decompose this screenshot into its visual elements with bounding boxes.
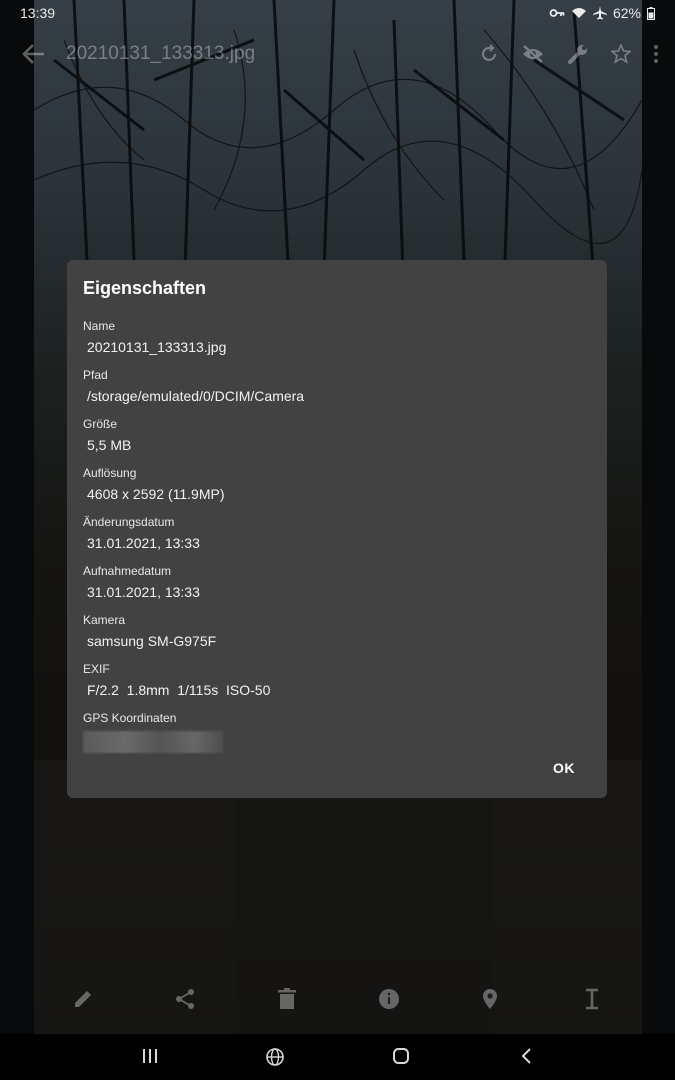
status-icons: 62% <box>549 5 655 21</box>
property-label: Kamera <box>83 613 126 627</box>
trash-icon[interactable] <box>277 988 297 1010</box>
property-value: 4608 x 2592 (11.9MP) <box>87 486 225 502</box>
more-icon[interactable] <box>653 44 659 64</box>
vpn-key-icon <box>549 9 565 17</box>
property-value: 31.01.2021, 13:33 <box>87 584 200 600</box>
property-label: Größe <box>83 417 118 431</box>
top-actions <box>479 30 659 78</box>
bottom-action-bar <box>0 980 675 1022</box>
property-resolution: Auflösung 4608 x 2592 (11.9MP) <box>83 466 591 502</box>
airplane-icon <box>592 6 607 20</box>
property-gps: GPS Koordinaten <box>83 711 591 753</box>
status-time: 13:39 <box>20 5 56 21</box>
text-cursor-icon[interactable] <box>584 988 600 1010</box>
edit-tools-icon[interactable] <box>567 43 589 65</box>
star-icon[interactable] <box>611 44 631 64</box>
property-modified-date: Änderungsdatum 31.01.2021, 13:33 <box>83 515 591 551</box>
property-value: 5,5 MB <box>87 437 132 453</box>
file-title: 20210131_133313.jpg <box>66 43 256 64</box>
property-value: 20210131_133313.jpg <box>87 339 227 355</box>
property-label: GPS Koordinaten <box>83 711 177 725</box>
home-icon[interactable] <box>392 1047 410 1065</box>
property-taken-date: Aufnahmedatum 31.01.2021, 13:33 <box>83 564 591 600</box>
gps-coordinates-redacted <box>83 731 223 753</box>
property-name: Name 20210131_133313.jpg <box>83 319 591 355</box>
back-arrow-icon[interactable] <box>22 43 46 65</box>
browser-icon[interactable] <box>265 1047 285 1067</box>
property-size: Größe 5,5 MB <box>83 417 591 453</box>
property-camera: Kamera samsung SM-G975F <box>83 613 591 649</box>
info-icon[interactable] <box>378 988 400 1010</box>
property-value: F/2.2 1.8mm 1/115s ISO-50 <box>87 682 271 698</box>
back-icon[interactable] <box>519 1047 533 1065</box>
system-nav-bar <box>0 1034 675 1080</box>
battery-icon <box>647 6 655 20</box>
property-label: Änderungsdatum <box>83 515 175 529</box>
share-icon[interactable] <box>174 988 196 1010</box>
property-value: samsung SM-G975F <box>87 633 217 649</box>
property-path: Pfad /storage/emulated/0/DCIM/Camera <box>83 368 591 404</box>
battery-percent: 62% <box>612 5 641 21</box>
property-label: Auflösung <box>83 466 137 480</box>
property-label: Name <box>83 319 116 333</box>
property-label: EXIF <box>83 662 110 676</box>
ok-button[interactable]: OK <box>553 760 575 776</box>
property-label: Pfad <box>83 368 108 382</box>
rotate-icon[interactable] <box>479 44 499 64</box>
recent-apps-icon[interactable] <box>141 1047 159 1065</box>
property-exif: EXIF F/2.2 1.8mm 1/115s ISO-50 <box>83 662 591 698</box>
property-label: Aufnahmedatum <box>83 564 172 578</box>
pencil-icon[interactable] <box>72 988 94 1010</box>
wifi-icon <box>571 8 586 18</box>
properties-dialog: Eigenschaften Name 20210131_133313.jpg P… <box>67 260 607 798</box>
hide-icon[interactable] <box>521 44 545 64</box>
app-top-bar: 20210131_133313.jpg <box>0 30 675 78</box>
status-bar: 13:39 62% <box>0 0 675 26</box>
dialog-title: Eigenschaften <box>83 278 207 298</box>
property-value: /storage/emulated/0/DCIM/Camera <box>87 388 305 404</box>
property-value: 31.01.2021, 13:33 <box>87 535 200 551</box>
location-icon[interactable] <box>481 988 499 1010</box>
